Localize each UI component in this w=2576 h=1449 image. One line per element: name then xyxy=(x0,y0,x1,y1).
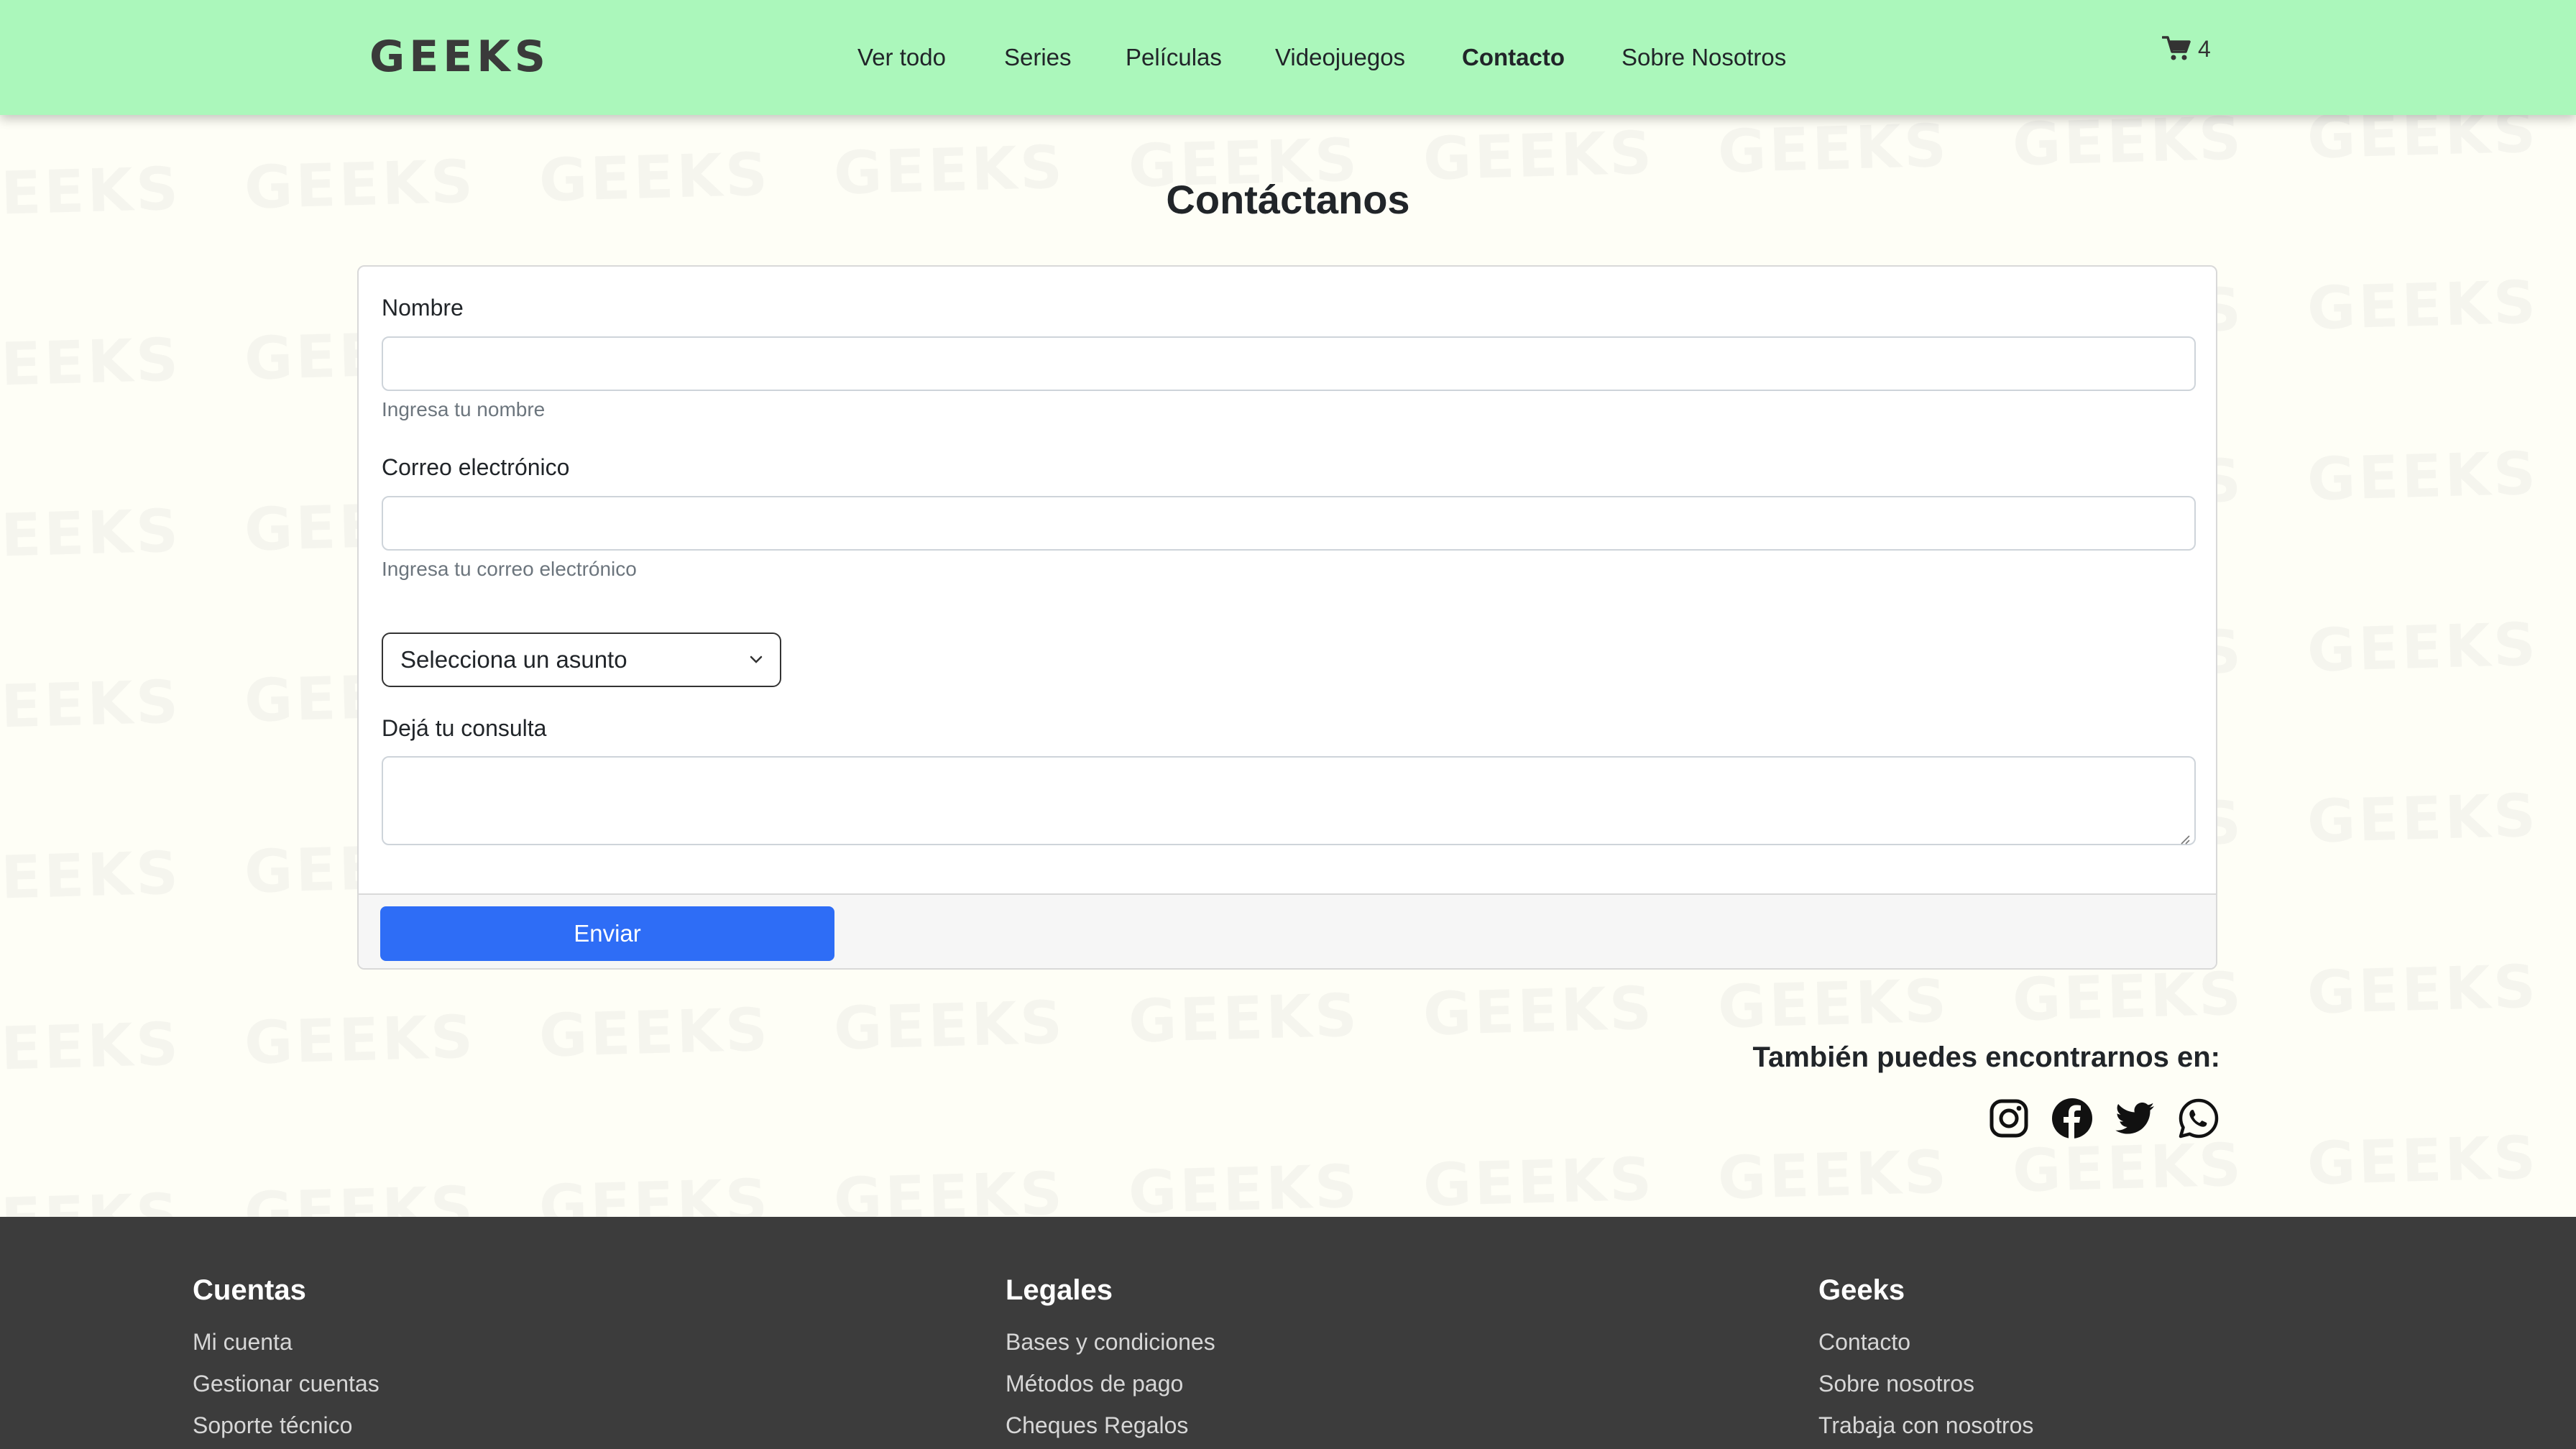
footer-column-cuentas: Cuentas Mi cuenta Gestionar cuentas Sopo… xyxy=(193,1274,380,1446)
watermark-text: GEEKS xyxy=(243,1174,477,1217)
nav-item-peliculas[interactable]: Películas xyxy=(1126,40,1222,75)
watermark-text: GEEKS xyxy=(2306,1123,2540,1199)
footer-heading: Legales xyxy=(1006,1274,1113,1306)
cart-count: 4 xyxy=(2198,35,2211,62)
watermark-text: GEEKS xyxy=(538,1167,772,1217)
watermark-text: GEEKS xyxy=(2306,268,2540,344)
footer-link-gestionar-cuentas[interactable]: Gestionar cuentas xyxy=(193,1363,380,1404)
email-help-text: Ingresa tu correo electrónico xyxy=(382,558,637,580)
footer-link-contacto[interactable]: Contacto xyxy=(1818,1321,2033,1363)
watermark-text: GEEKS xyxy=(0,668,183,743)
nav-item-contacto[interactable]: Contacto xyxy=(1462,40,1565,75)
footer-link-sobre-nosotros[interactable]: Sobre nosotros xyxy=(1818,1363,2033,1404)
name-help-text: Ingresa tu nombre xyxy=(382,398,546,420)
watermark-text: GEEKS xyxy=(2011,1131,2245,1206)
footer-link-metodos-de-pago[interactable]: Métodos de pago xyxy=(1006,1363,1215,1404)
instagram-icon[interactable] xyxy=(1987,1097,2030,1140)
nav-item-videojuegos[interactable]: Videojuegos xyxy=(1275,40,1405,75)
watermark-text: GEEKS xyxy=(243,1003,477,1078)
nav-item-sobre-nosotros[interactable]: Sobre Nosotros xyxy=(1622,40,1786,75)
watermark-text: GEEKS xyxy=(2306,610,2540,686)
query-label: Dejá tu consulta xyxy=(382,715,547,741)
watermark-text: GEEKS xyxy=(0,1010,183,1085)
watermark-text: GEEKS xyxy=(1127,981,1361,1057)
footer-heading: Cuentas xyxy=(193,1274,306,1306)
whatsapp-icon[interactable] xyxy=(2177,1097,2220,1140)
contact-form: Nombre Ingresa tu nombre Correo electrón… xyxy=(357,265,2217,970)
watermark-text: GEEKS xyxy=(0,1182,182,1217)
form-card-footer: Enviar xyxy=(359,893,2216,968)
twitter-icon[interactable] xyxy=(2114,1097,2157,1140)
query-textarea[interactable] xyxy=(382,756,2196,845)
watermark-text: GEEKS xyxy=(2306,115,2540,172)
shopping-cart-icon xyxy=(2162,36,2191,60)
watermark-text: GEEKS xyxy=(2306,439,2540,515)
name-input[interactable] xyxy=(382,336,2196,391)
watermark-text: GEEKS xyxy=(538,995,772,1071)
chevron-down-icon xyxy=(750,656,763,663)
watermark-text: GEEKS xyxy=(0,326,183,401)
watermark-text: GEEKS xyxy=(832,988,1067,1064)
watermark-text: GEEKS xyxy=(1127,1152,1361,1217)
nav-item-series[interactable]: Series xyxy=(1004,40,1072,75)
watermark-text: GEEKS xyxy=(2306,952,2540,1028)
site-header: GEEKS Ver todo Series Películas Videojue… xyxy=(0,0,2576,115)
cart-button[interactable]: 4 xyxy=(2162,32,2211,66)
submit-button[interactable]: Enviar xyxy=(380,906,834,961)
watermark-text: GEEKS xyxy=(0,497,183,572)
footer-column-geeks: Geeks Contacto Sobre nosotros Trabaja co… xyxy=(1818,1274,2033,1446)
watermark-text: GEEKS xyxy=(2011,115,2245,180)
footer-link-mi-cuenta[interactable]: Mi cuenta xyxy=(193,1321,380,1363)
subject-select[interactable]: Selecciona un asunto xyxy=(382,632,781,687)
page-title: Contáctanos xyxy=(1166,177,1410,222)
watermark-text: GEEKS xyxy=(832,1159,1067,1217)
watermark-text: GEEKS xyxy=(0,839,183,914)
social-heading: También puedes encontrarnos en: xyxy=(1752,1041,2221,1073)
name-label: Nombre xyxy=(382,295,464,321)
social-links xyxy=(1987,1097,2220,1140)
footer-link-trabaja-con-nosotros[interactable]: Trabaja con nosotros xyxy=(1818,1404,2033,1446)
nav-item-ver-todo[interactable]: Ver todo xyxy=(857,40,946,75)
footer-link-bases-y-condiciones[interactable]: Bases y condiciones xyxy=(1006,1321,1215,1363)
subject-selected-value: Selecciona un asunto xyxy=(400,646,627,673)
email-label: Correo electrónico xyxy=(382,454,570,480)
footer-link-soporte-tecnico[interactable]: Soporte técnico xyxy=(193,1404,380,1446)
site-footer: Cuentas Mi cuenta Gestionar cuentas Sopo… xyxy=(0,1217,2576,1449)
watermark-text: GEEKS xyxy=(1422,1145,1656,1217)
resize-handle-icon[interactable] xyxy=(2180,834,2190,845)
facebook-icon[interactable] xyxy=(2051,1097,2094,1140)
watermark-text: GEEKS xyxy=(1422,974,1656,1049)
watermark-text: GEEKS xyxy=(1716,967,1951,1042)
footer-column-legales: Legales Bases y condiciones Métodos de p… xyxy=(1006,1274,1215,1446)
email-input[interactable] xyxy=(382,496,2196,551)
watermark-text: GEEKS xyxy=(2011,960,2245,1035)
footer-link-cheques-regalos[interactable]: Cheques Regalos xyxy=(1006,1404,1215,1446)
footer-heading: Geeks xyxy=(1818,1274,1905,1306)
watermark-text: GEEKS xyxy=(1716,1138,1951,1213)
watermark-text: GEEKS xyxy=(2306,781,2540,857)
